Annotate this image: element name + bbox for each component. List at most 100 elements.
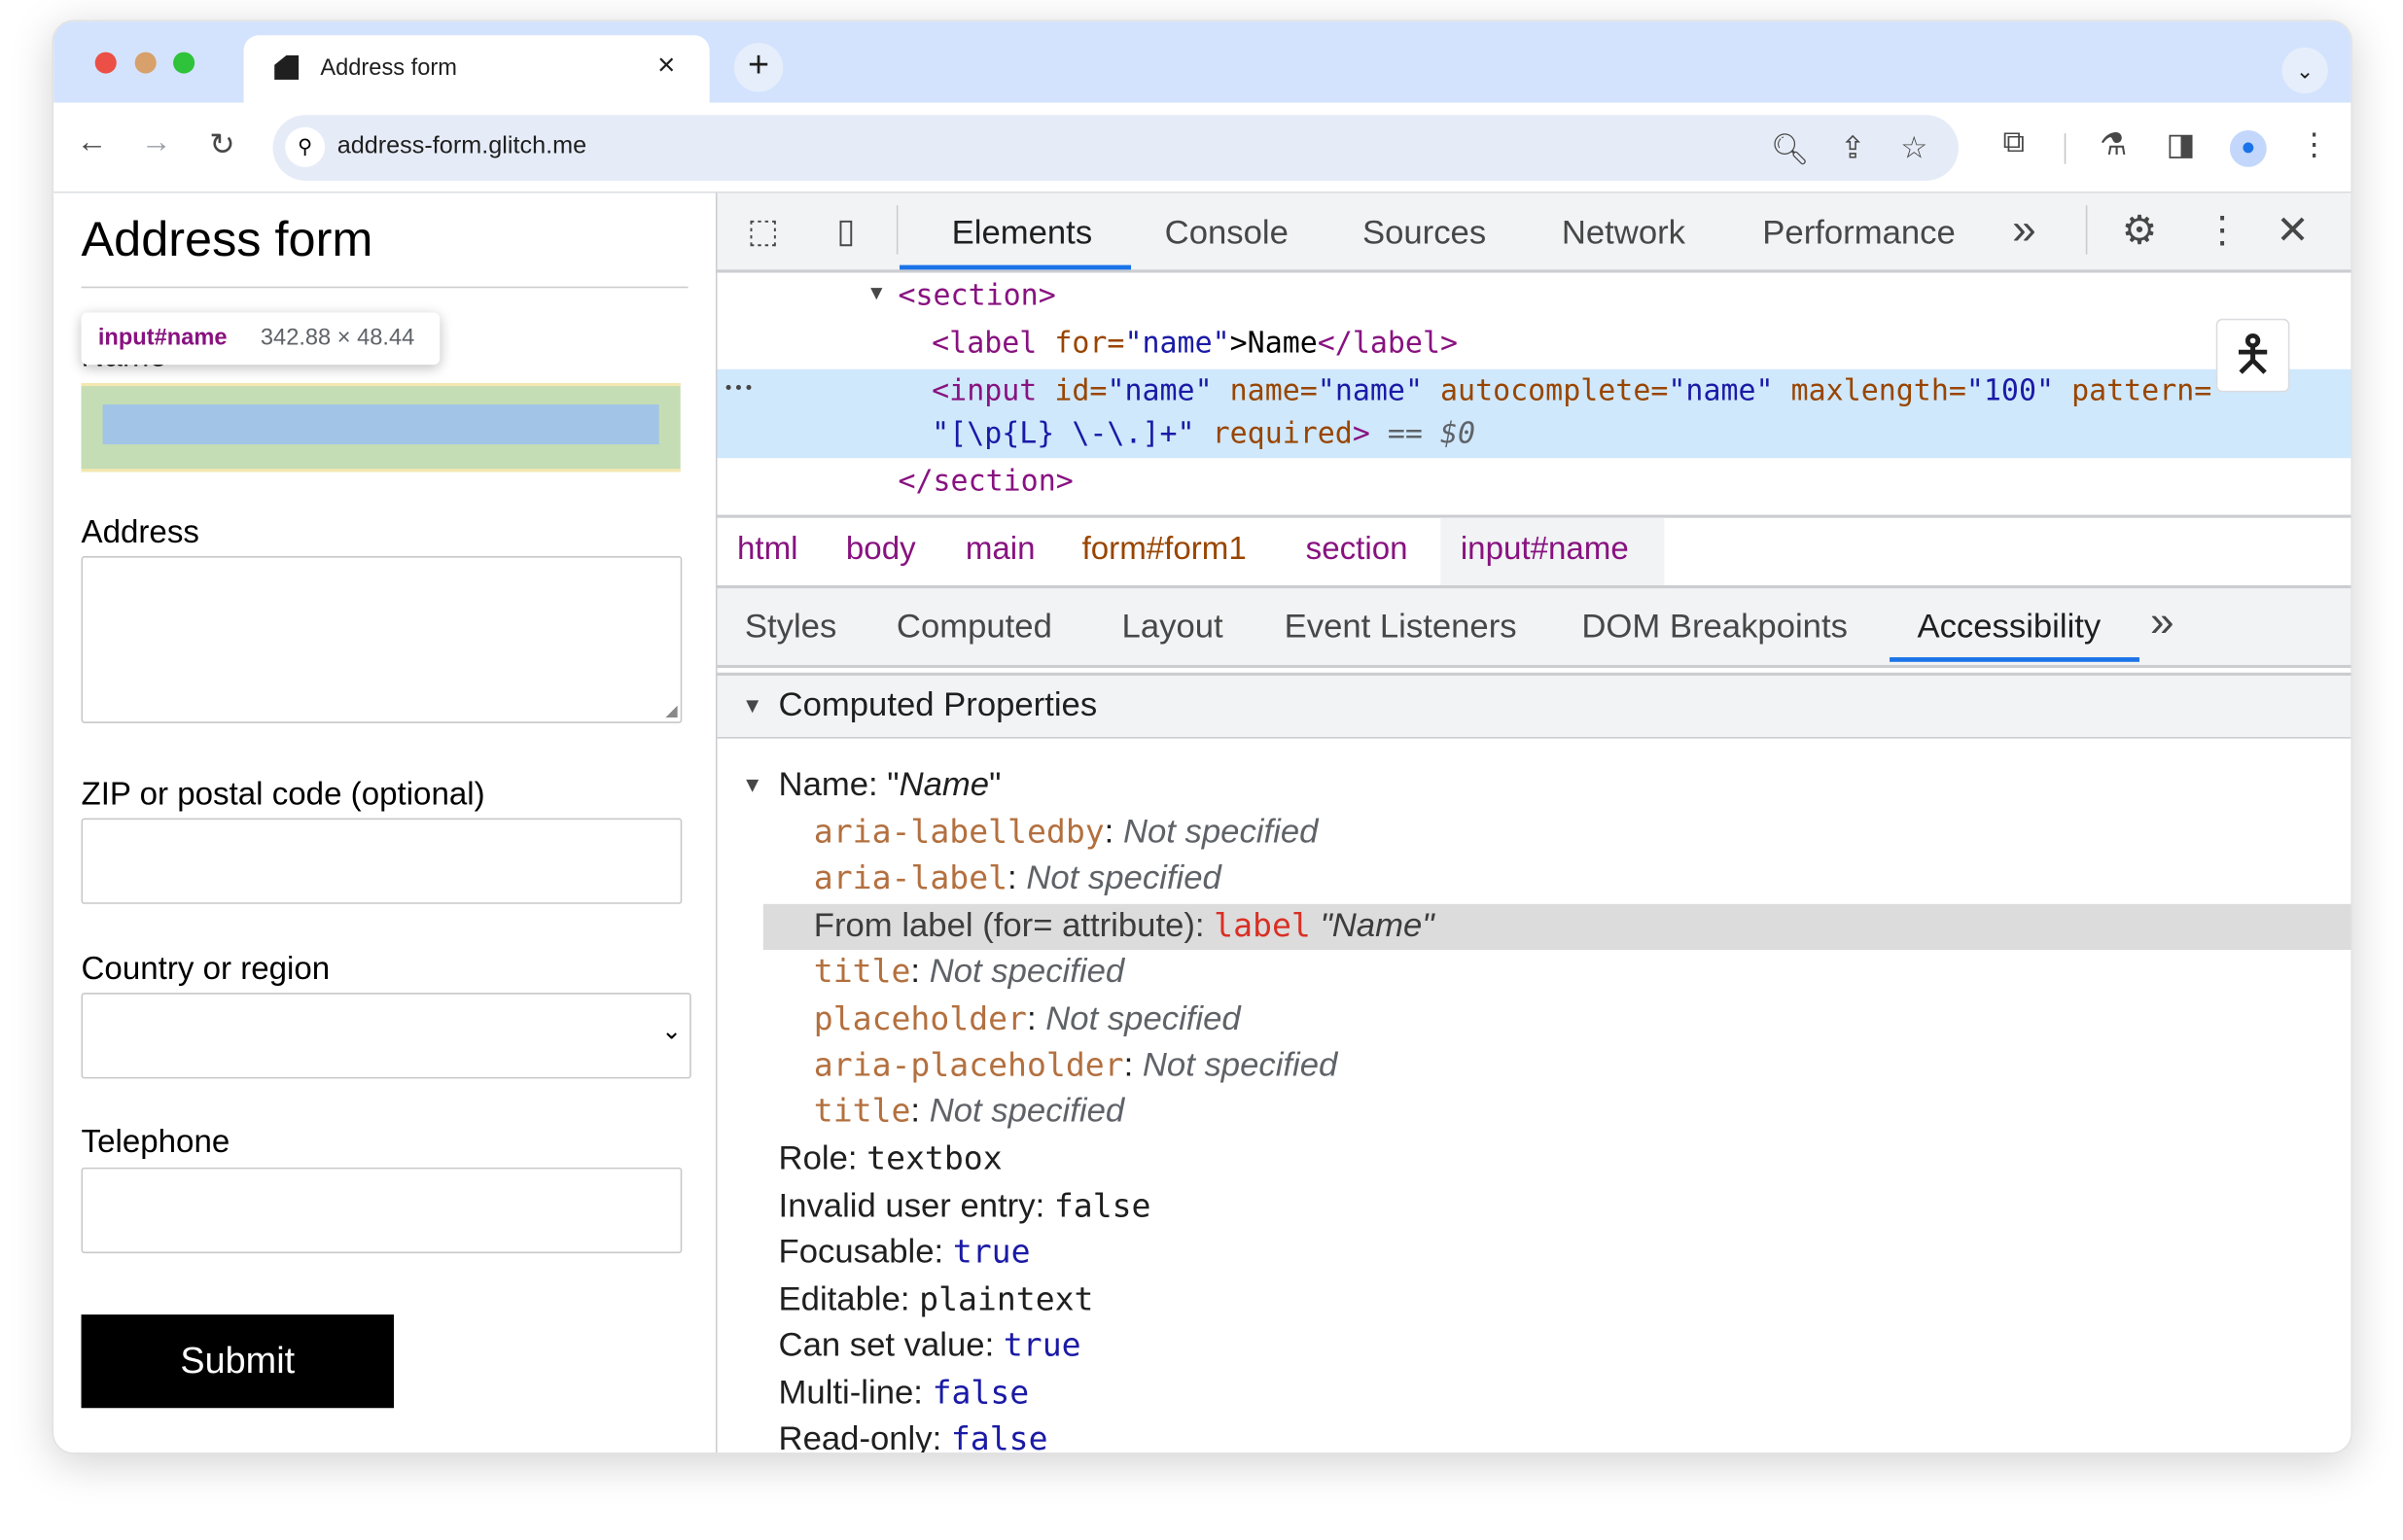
address-textarea[interactable]: ◢ [81, 556, 683, 723]
close-window-button[interactable] [94, 52, 117, 74]
dom-node-section-close[interactable]: </section> [898, 464, 1073, 498]
selected-dom-node-input[interactable]: ••• <input id="name" name="name" autocom… [717, 368, 2351, 459]
dom-node-label[interactable]: <label for="name">Name</label> [932, 327, 1458, 361]
name-source-row: title: Not specified [813, 951, 1125, 991]
toolbar-divider [2064, 133, 2067, 164]
tab-event-listeners[interactable]: Event Listeners [1285, 607, 1517, 647]
tab-search-chevron-down-icon[interactable]: ⌄ [2281, 47, 2328, 94]
name-input-highlight[interactable] [81, 382, 681, 472]
attr-name: autocomplete= [1440, 373, 1669, 408]
telephone-input[interactable] [81, 1167, 683, 1254]
property-key: Can set value [778, 1325, 985, 1364]
chrome-menu-kebab-icon[interactable]: ⋮ [2293, 125, 2336, 163]
tab-dom-breakpoints[interactable]: DOM Breakpoints [1581, 607, 1848, 647]
devtools-menu-kebab-icon[interactable]: ⋮ [2201, 208, 2244, 253]
device-toolbar-icon[interactable]: ▯ [825, 211, 867, 251]
breadcrumb-input-label: input#name [1460, 531, 1629, 568]
attr-value: "name" [1107, 373, 1213, 408]
side-panel-icon[interactable]: ◨ [2159, 125, 2202, 163]
tab-layout[interactable]: Layout [1122, 607, 1223, 647]
sidebar-tabs: Styles Computed Layout Event Listeners D… [717, 584, 2351, 669]
tab-styles[interactable]: Styles [745, 607, 836, 647]
tag-name: <input [932, 373, 1055, 408]
labs-flask-icon[interactable]: ⚗ [2092, 125, 2135, 163]
extensions-puzzle-icon[interactable]: ⧉ [1993, 125, 2035, 160]
property-role: Role: textbox [778, 1138, 1003, 1177]
collapse-triangle-icon[interactable]: ▼ [742, 772, 763, 796]
property-key: Editable [778, 1278, 901, 1318]
tab-console[interactable]: Console [1165, 213, 1289, 253]
breadcrumb-input-active[interactable]: input#name [1440, 517, 1665, 585]
property-value: textbox [866, 1139, 1003, 1177]
browser-tab[interactable]: Address form × [243, 35, 710, 103]
zip-label: ZIP or postal code (optional) [81, 776, 485, 813]
breadcrumb-html[interactable]: html [737, 532, 798, 569]
close-devtools-icon[interactable]: ✕ [2271, 207, 2314, 255]
tooltip-selector: input#name [97, 325, 228, 351]
source-value: Not specified [1142, 1044, 1338, 1084]
breadcrumb-form[interactable]: form#form1 [1082, 532, 1247, 569]
bookmark-star-icon[interactable]: ☆ [1892, 128, 1935, 166]
attr-name: name= [1229, 373, 1318, 408]
computed-properties-header[interactable]: ▼ Computed Properties [717, 672, 2351, 739]
tab-network[interactable]: Network [1562, 213, 1685, 253]
resize-handle-icon[interactable]: ◢ [665, 703, 677, 719]
attr-name: for= [1054, 326, 1125, 361]
source-key: placeholder [813, 1000, 1027, 1037]
settings-gear-icon[interactable]: ⚙ [2118, 207, 2161, 255]
zoom-magnifier-icon[interactable]: 🔍︎ [1769, 130, 1812, 168]
name-property: Name: "Name" [779, 764, 1002, 804]
minimize-window-button[interactable] [134, 52, 157, 74]
breadcrumb-main[interactable]: main [966, 532, 1036, 569]
name-quote: " [989, 764, 1002, 803]
tab-elements[interactable]: Elements [952, 213, 1093, 253]
active-subtab-indicator [1890, 657, 2139, 662]
property-key: Role [778, 1138, 848, 1177]
new-tab-button[interactable]: + [733, 43, 784, 92]
active-tab-indicator [900, 264, 1132, 270]
property-multi-line: Multi-line: false [778, 1373, 1030, 1412]
submit-button[interactable]: Submit [81, 1314, 395, 1409]
attr-value: "[\p{L} \-\.]+" [932, 416, 1195, 451]
url-text[interactable]: address-form.glitch.me [337, 133, 586, 160]
more-options-dots-icon[interactable]: ••• [724, 378, 754, 398]
address-bar[interactable]: ⚲ address-form.glitch.me 🔍︎ ⇪ ☆ [272, 115, 1960, 181]
dom-node-section[interactable]: <section> [898, 279, 1055, 313]
reload-icon[interactable]: ↻ [200, 125, 243, 163]
property-value: true [952, 1233, 1031, 1271]
property-focusable: Focusable: true [778, 1232, 1031, 1271]
browser-window: Address form × + ⌄ ← → ↻ ⚲ address-form.… [52, 19, 2353, 1454]
back-arrow-icon[interactable]: ← [70, 125, 113, 160]
zip-input[interactable] [81, 818, 683, 904]
page-title: Address form [81, 211, 373, 267]
breadcrumb-body[interactable]: body [846, 532, 916, 569]
close-tab-icon[interactable]: × [657, 49, 675, 84]
share-icon[interactable]: ⇪ [1831, 128, 1874, 166]
property-value: plaintext [919, 1280, 1094, 1318]
source-value: Not specified [1026, 858, 1221, 896]
tab-sources[interactable]: Sources [1362, 213, 1486, 253]
tab-computed[interactable]: Computed [897, 607, 1052, 647]
name-key: Name: " [778, 764, 900, 803]
tab-accessibility[interactable]: Accessibility [1917, 607, 2101, 647]
maximize-window-button[interactable] [173, 52, 195, 74]
country-select[interactable]: ⌄ [81, 993, 691, 1079]
toolbar-divider [896, 205, 899, 255]
source-key: aria-placeholder [813, 1046, 1124, 1084]
tab-performance[interactable]: Performance [1762, 213, 1955, 253]
inspect-element-icon[interactable]: ⬚ [742, 211, 785, 251]
expand-triangle-icon[interactable]: ▼ [870, 282, 882, 305]
forward-arrow-icon[interactable]: → [135, 125, 178, 160]
more-subtabs-chevron-icon[interactable]: » [2150, 598, 2174, 647]
property-value: false [1053, 1187, 1151, 1225]
source-value: Not specified [929, 1091, 1125, 1130]
dom-tree: ▼ <section> <label for="name">Name</labe… [717, 273, 2351, 513]
breadcrumb-section[interactable]: section [1306, 532, 1408, 569]
section-title: Computed Properties [778, 684, 1098, 723]
accessibility-tree-toggle-icon[interactable]: 🯅 [2215, 318, 2290, 393]
source-value: Not specified [1045, 998, 1241, 1037]
name-source-row: aria-label: Not specified [813, 858, 1221, 896]
profile-avatar[interactable]: ● [2229, 129, 2267, 167]
more-tabs-chevron-icon[interactable]: » [2012, 205, 2036, 254]
site-settings-icon[interactable]: ⚲ [285, 126, 326, 167]
